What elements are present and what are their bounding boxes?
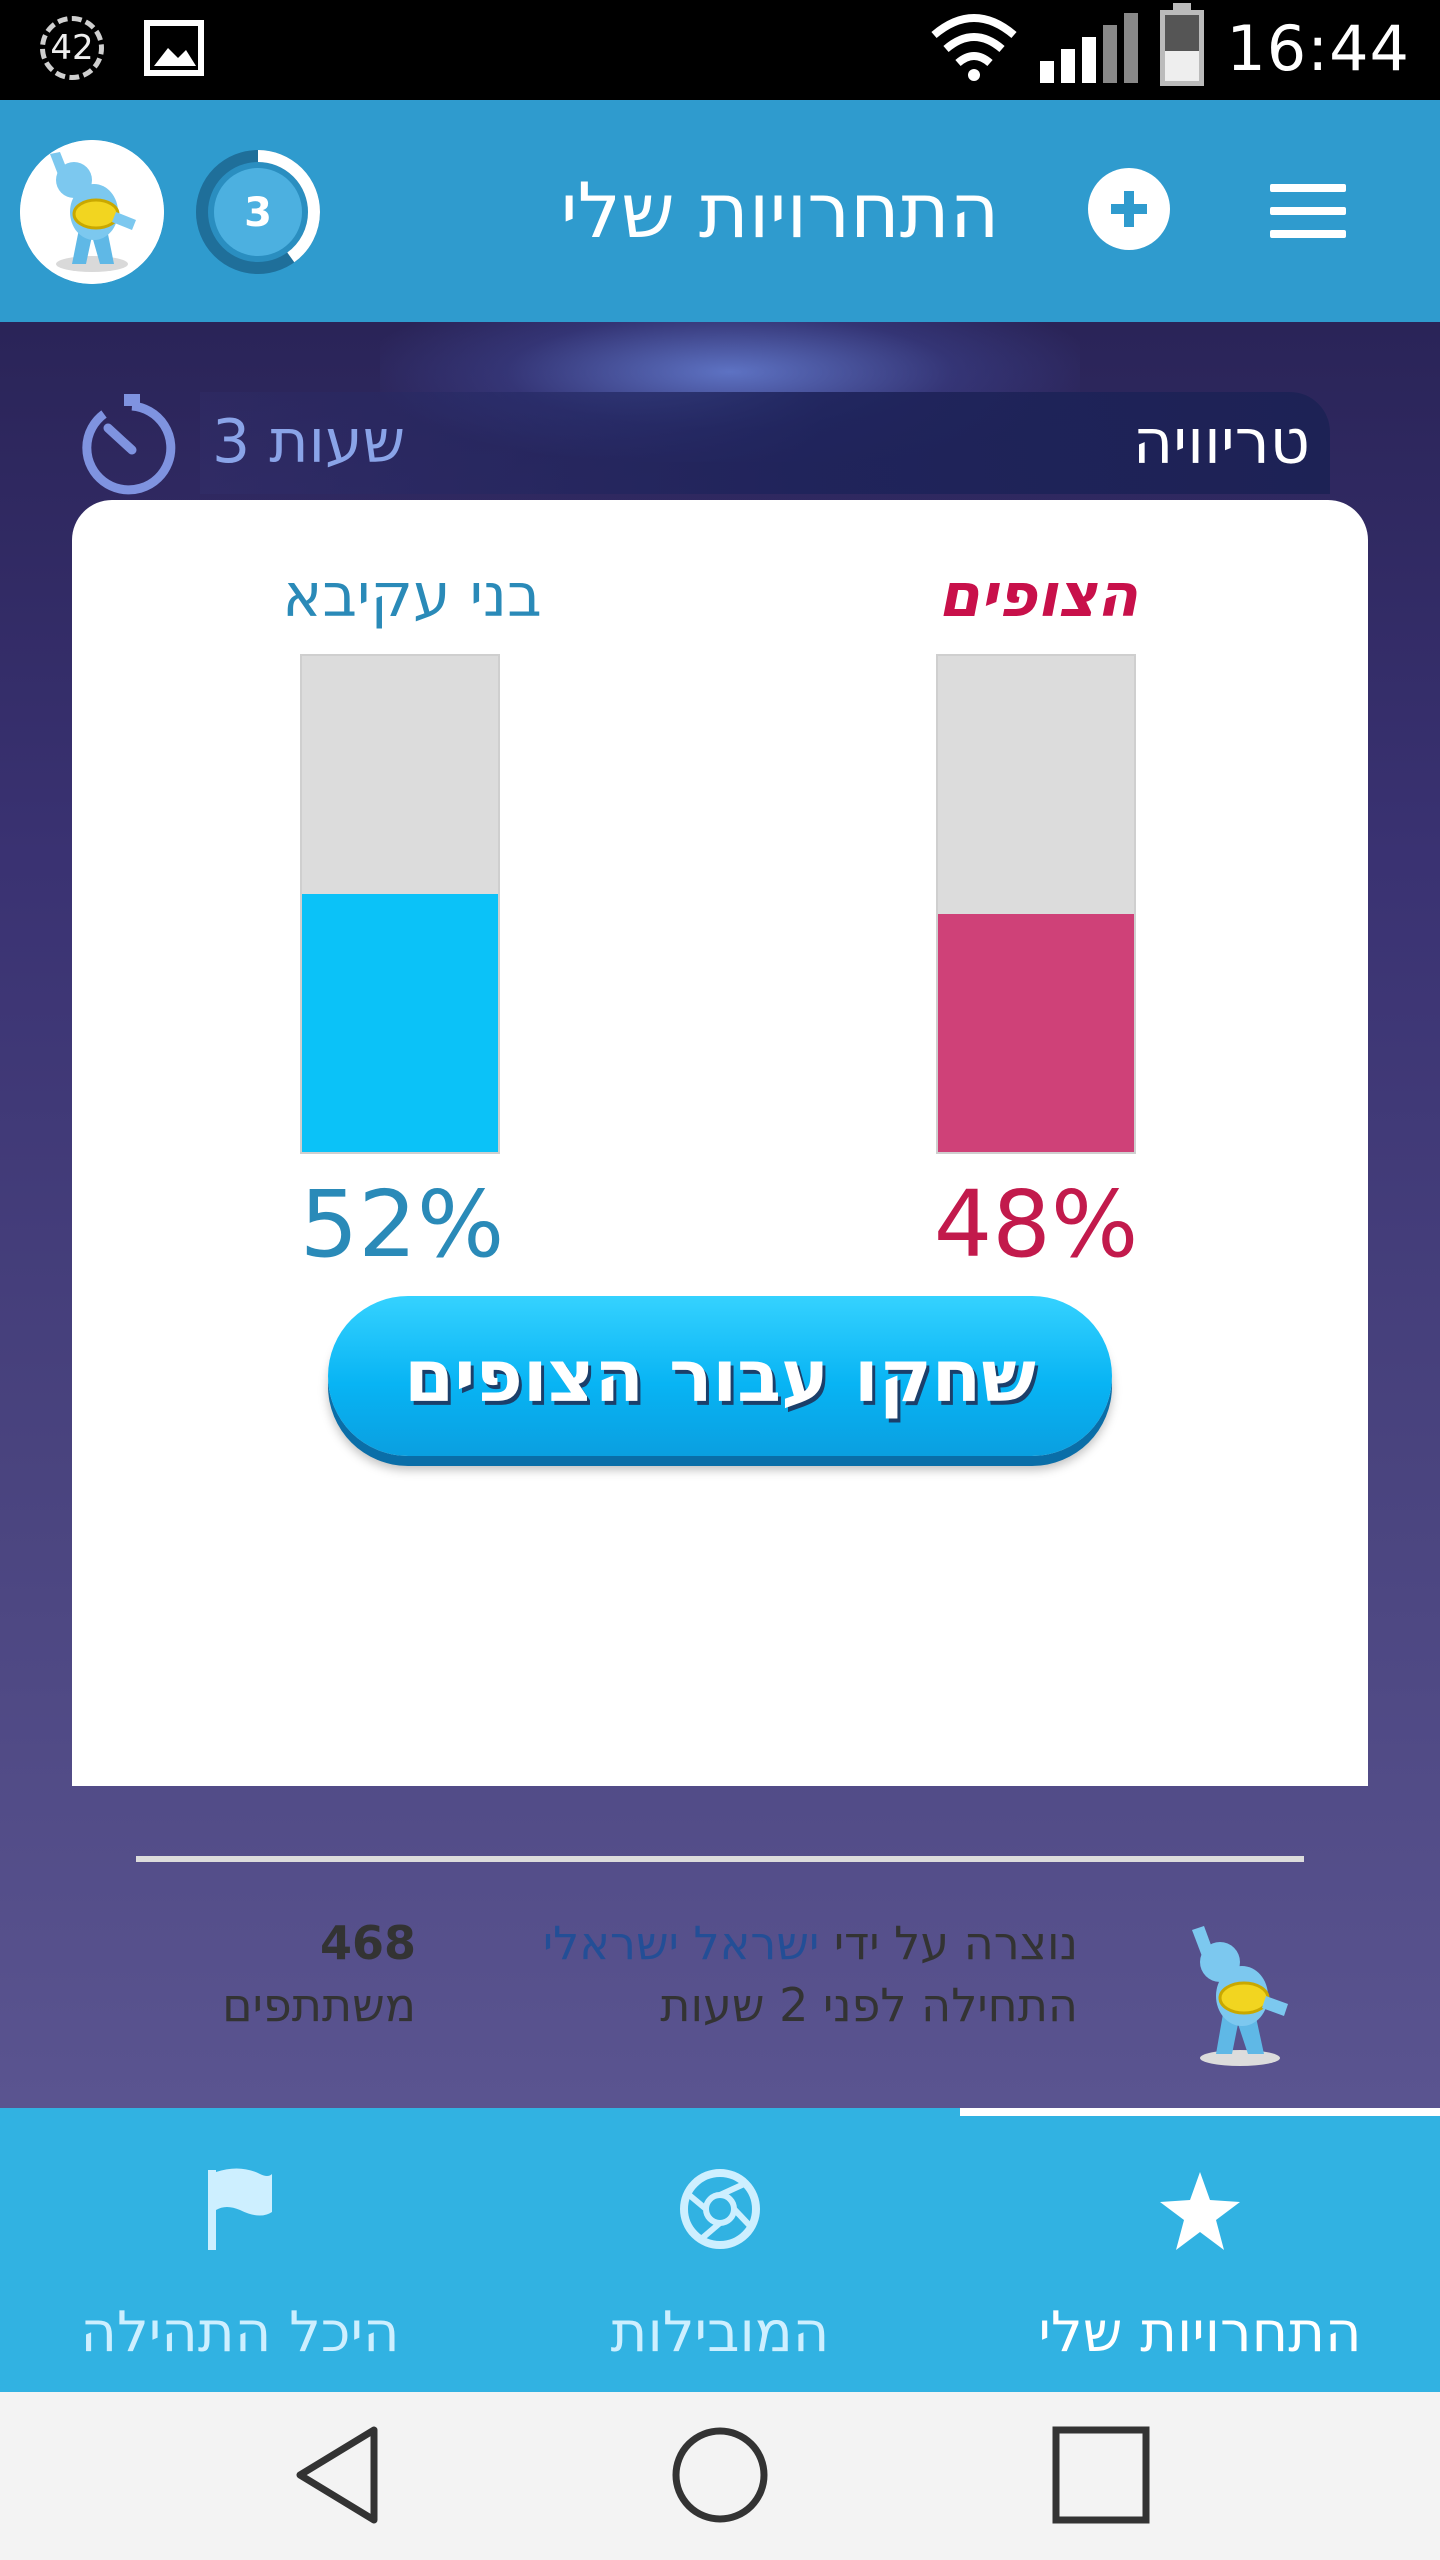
team-a-name: בני עקיבא: [282, 561, 542, 631]
level-number: 3: [244, 190, 272, 236]
play-for-team-button[interactable]: שחקו עבור הצופים: [328, 1296, 1112, 1456]
clock: 16:44: [1226, 11, 1410, 85]
page-title: התחרויות שלי: [560, 166, 1000, 255]
challenge-card: בני עקיבא הצופים 52% 48% שחקו עבור הצופי…: [72, 500, 1368, 2066]
tab-my-challenges-label: התחרויות שלי: [1038, 2300, 1362, 2365]
creator-line: נוצרה על ידי ישראל ישראלי: [543, 1912, 1078, 1974]
battery-level: [1165, 51, 1200, 81]
team-a-bar-fill: [302, 894, 498, 1152]
home-icon[interactable]: [665, 2420, 775, 2530]
notification-count-icon: 42: [40, 16, 104, 80]
signal-icon: [1040, 13, 1139, 83]
timer-icon: [82, 394, 176, 495]
back-icon[interactable]: [286, 2420, 396, 2530]
creator-avatar: [1192, 1926, 1288, 2066]
main-content: 3 שעות טריוויה בני עקיבא הצופים 52% 48% …: [0, 322, 1440, 2108]
system-nav-bar: [0, 2392, 1440, 2560]
creator-name[interactable]: ישראל ישראלי: [543, 1916, 819, 1970]
status-bar-right: 16:44: [930, 3, 1410, 86]
add-icon: [1111, 191, 1147, 227]
tab-leading[interactable]: המובילות: [480, 2108, 960, 2392]
aperture-icon: [680, 2169, 760, 2249]
started-time: התחילה לפני 2 שעות: [660, 1978, 1078, 2032]
notification-count: 42: [50, 28, 94, 68]
status-bar: 42 16:44: [0, 0, 1440, 100]
tab-my-challenges[interactable]: התחרויות שלי: [960, 2108, 1440, 2392]
flag-icon: [208, 2168, 272, 2250]
tab-hall-of-fame[interactable]: היכל התהילה: [0, 2108, 480, 2392]
menu-icon: [1270, 184, 1346, 238]
wifi-icon: [931, 14, 1017, 81]
team-b-name: הצופים: [938, 561, 1138, 631]
team-a-bar: [300, 654, 500, 1154]
recents-icon[interactable]: [1046, 2420, 1156, 2530]
level-indicator: 3: [196, 150, 320, 274]
star-icon: [1160, 2172, 1240, 2250]
team-b-bar: [936, 654, 1136, 1154]
team-b-bar-fill: [938, 913, 1134, 1152]
tab-leading-label: המובילות: [610, 2300, 830, 2365]
tab-hall-of-fame-label: היכל התהילה: [80, 2300, 400, 2365]
add-challenge-button[interactable]: [1088, 168, 1170, 250]
challenge-category: טריוויה: [1132, 405, 1310, 478]
menu-button[interactable]: [1270, 184, 1346, 238]
creator-prefix: נוצרה על ידי: [833, 1916, 1078, 1970]
team-a-percent: 52%: [299, 1171, 505, 1278]
battery-icon: [1160, 3, 1205, 86]
divider: [136, 1856, 1304, 1862]
active-tab-indicator: [960, 2108, 1440, 2116]
team-b-percent: 48%: [933, 1171, 1139, 1278]
bottom-tab-bar: היכל התהילה המובילות התחרויות שלי: [0, 2108, 1440, 2392]
participants-count: 468: [319, 1916, 416, 1970]
user-avatar[interactable]: [20, 140, 164, 284]
participants-label: משתתפים: [222, 1978, 416, 2032]
time-left: 3 שעות: [212, 407, 406, 477]
app-header: 3 התחרויות שלי: [0, 100, 1440, 322]
image-icon: [144, 20, 204, 76]
mascot-icon: [20, 140, 164, 284]
status-bar-left: 42: [40, 16, 204, 80]
